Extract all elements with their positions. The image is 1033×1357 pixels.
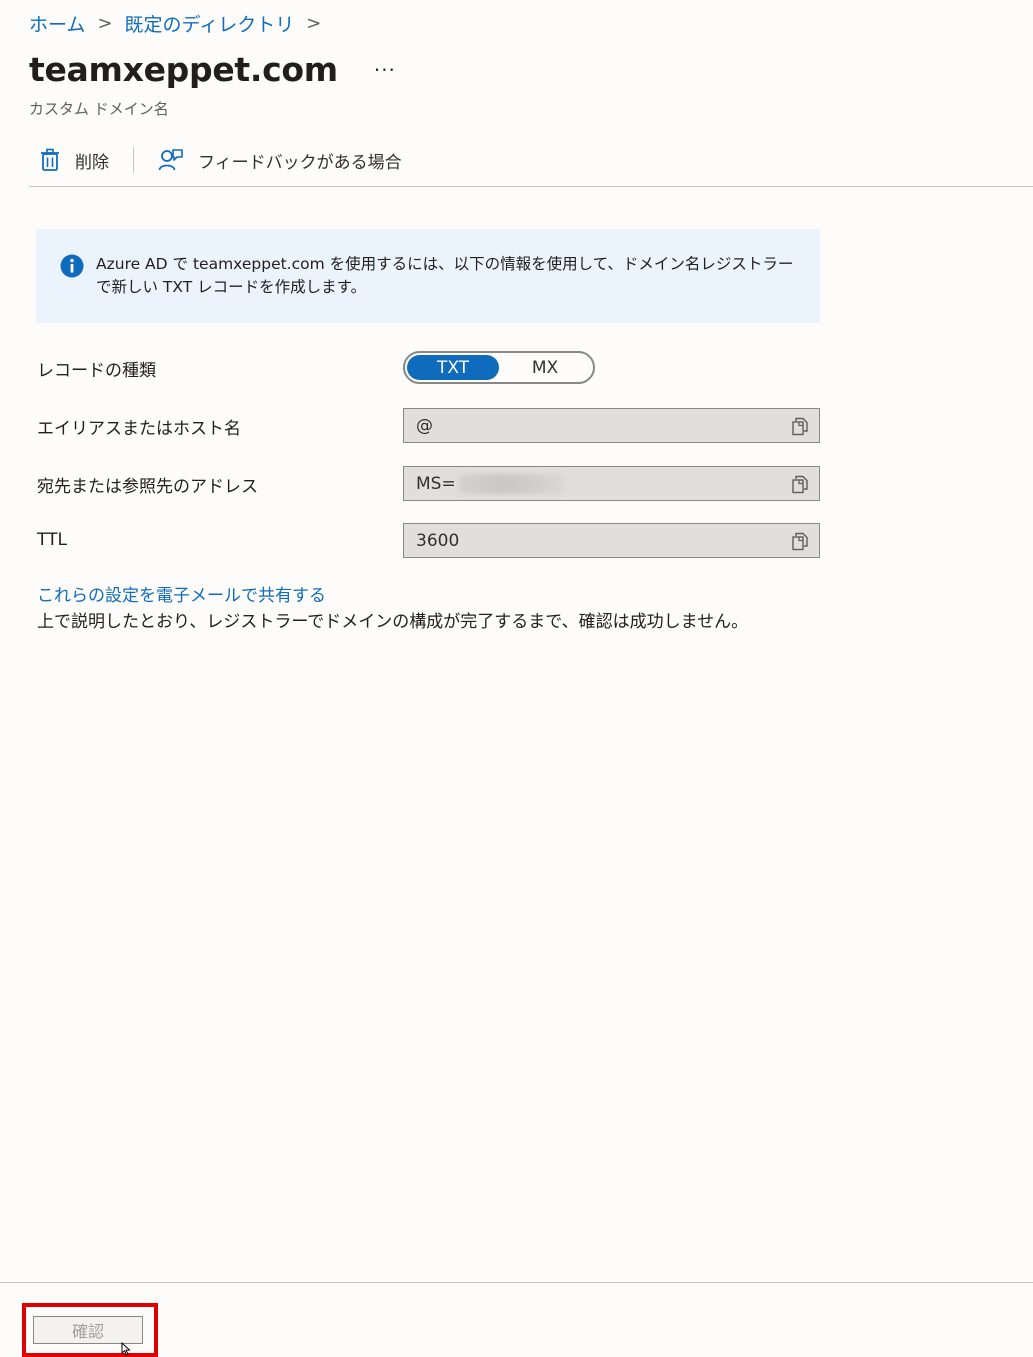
info-banner: Azure AD で teamxeppet.com を使用するには、以下の情報を…	[36, 229, 820, 323]
header-divider	[29, 186, 1033, 187]
record-type-label: レコードの種類	[37, 361, 156, 381]
command-bar: 削除 フィードバックがある場合	[29, 138, 412, 182]
alias-field[interactable]: @	[403, 408, 820, 443]
breadcrumb: ホーム > 既定のディレクトリ >	[29, 10, 333, 37]
page-subtitle: カスタム ドメイン名	[29, 100, 169, 118]
feedback-button[interactable]: フィードバックがある場合	[148, 148, 412, 173]
copy-icon[interactable]	[791, 417, 809, 436]
destination-value: MS=	[416, 473, 456, 494]
feedback-label: フィードバックがある場合	[198, 152, 402, 173]
toolbar-divider	[133, 147, 134, 173]
info-message: Azure AD で teamxeppet.com を使用するには、以下の情報を…	[96, 255, 794, 296]
title-row: teamxeppet.com ···	[29, 50, 396, 89]
breadcrumb-home[interactable]: ホーム	[29, 10, 85, 37]
copy-icon[interactable]	[791, 532, 809, 551]
breadcrumb-separator: >	[97, 13, 113, 34]
ttl-value: 3600	[416, 530, 460, 551]
more-options-button[interactable]: ···	[374, 58, 396, 82]
alias-label: エイリアスまたはホスト名	[37, 419, 241, 439]
trash-icon	[41, 148, 59, 171]
delete-button[interactable]: 削除	[29, 148, 119, 173]
verification-note: 上で説明したとおり、レジストラーでドメインの構成が完了するまで、確認は成功しませ…	[37, 612, 749, 632]
share-settings-email-link[interactable]: これらの設定を電子メールで共有する	[37, 581, 326, 606]
record-type-option-mx[interactable]: MX	[499, 355, 591, 380]
mouse-cursor-icon	[121, 1342, 131, 1356]
page-title: teamxeppet.com	[29, 50, 338, 89]
record-type-option-txt[interactable]: TXT	[407, 355, 499, 380]
copy-icon[interactable]	[791, 475, 809, 494]
breadcrumb-separator: >	[306, 13, 322, 34]
redacted-value	[457, 473, 566, 494]
ttl-field[interactable]: 3600	[403, 523, 820, 558]
ttl-label: TTL	[37, 530, 67, 550]
highlight-box	[22, 1303, 158, 1357]
feedback-person-icon	[158, 149, 183, 171]
destination-label: 宛先または参照先のアドレス	[37, 477, 258, 497]
record-type-toggle[interactable]: TXT MX	[403, 351, 595, 384]
destination-field[interactable]: MS=	[403, 466, 820, 501]
delete-label: 削除	[75, 152, 109, 173]
alias-value: @	[416, 415, 433, 436]
info-icon	[60, 254, 84, 278]
breadcrumb-directory[interactable]: 既定のディレクトリ	[125, 10, 295, 37]
